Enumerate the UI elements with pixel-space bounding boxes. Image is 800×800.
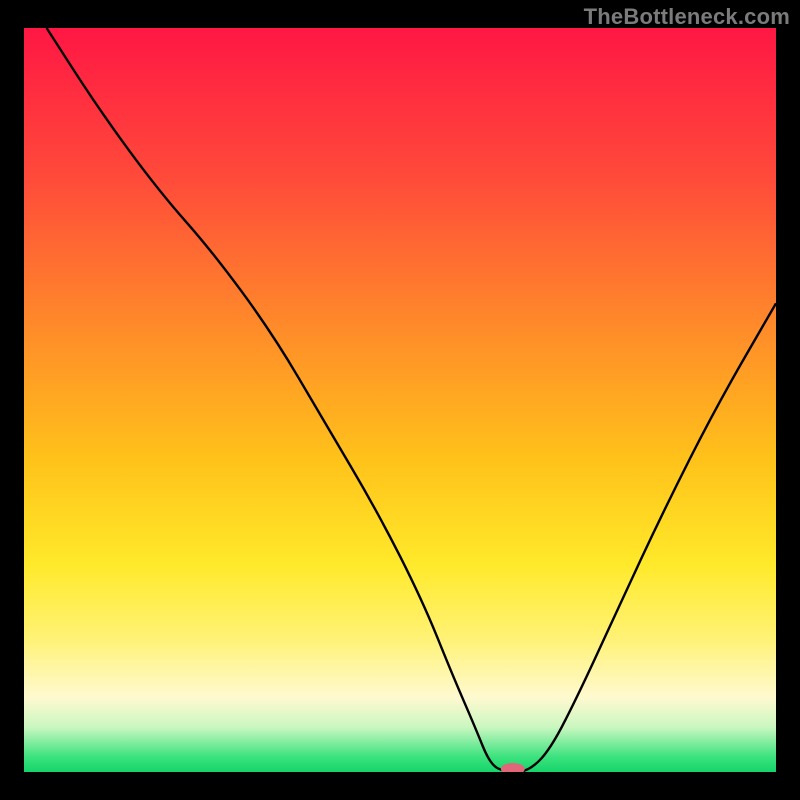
gradient-background — [24, 28, 776, 772]
chart-frame: TheBottleneck.com — [0, 0, 800, 800]
watermark-text: TheBottleneck.com — [584, 4, 790, 30]
bottleneck-chart — [24, 28, 776, 772]
